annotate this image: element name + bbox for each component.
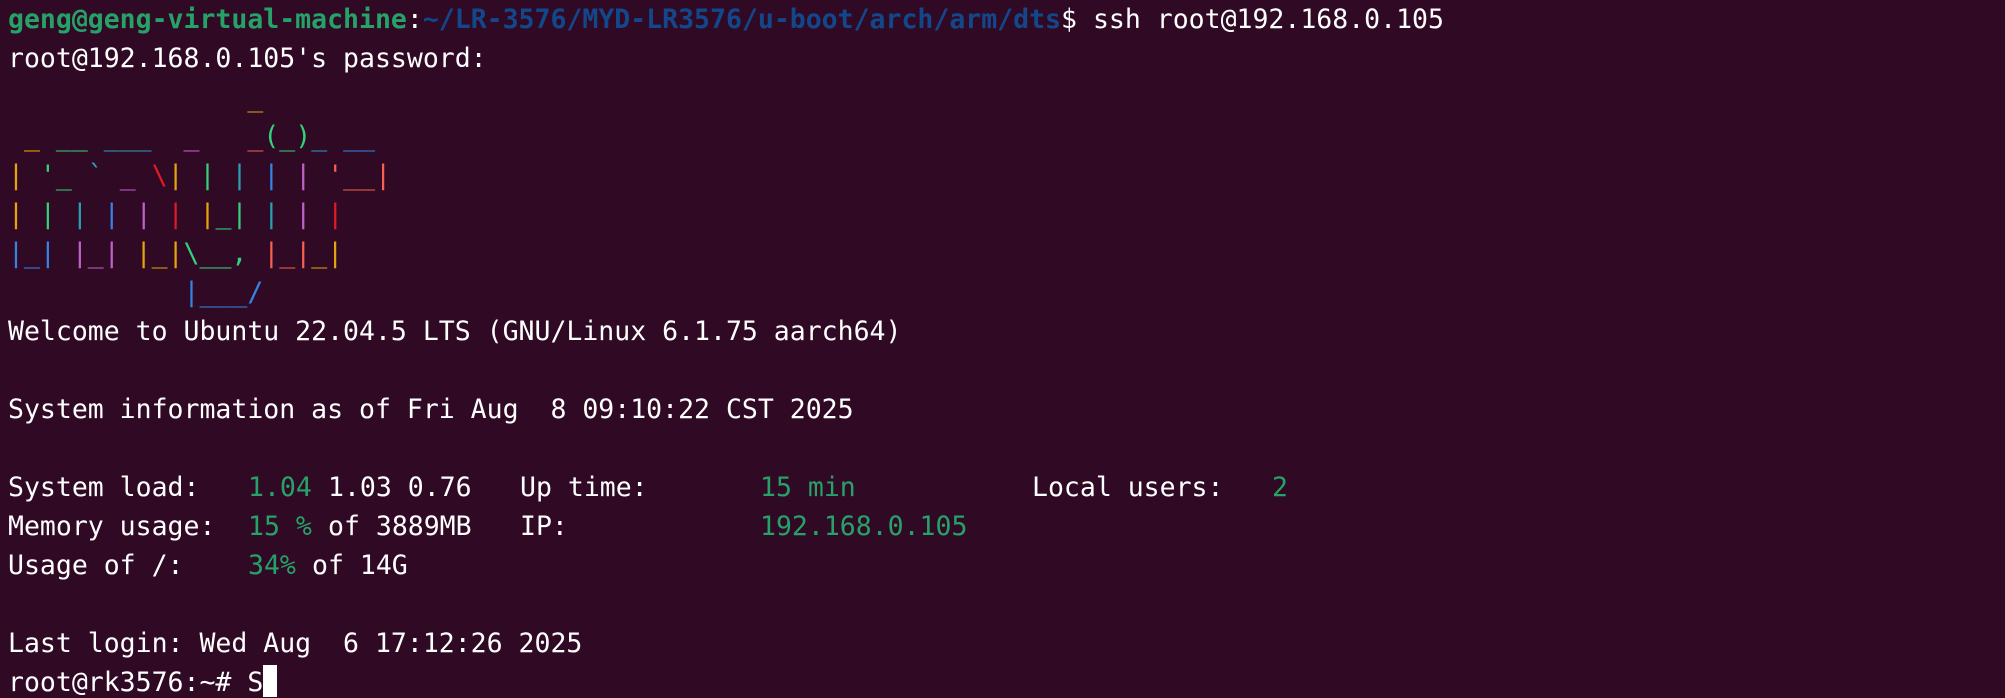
banner-line-1: _	[8, 82, 264, 113]
memory-value: 15 %	[248, 511, 312, 542]
password-prompt: root@192.168.0.105's password:	[8, 43, 487, 74]
remote-prompt-line[interactable]: root@rk3576:~# S	[8, 663, 278, 698]
disk-label: Usage of /:	[8, 550, 184, 581]
remote-input[interactable]: S	[247, 667, 263, 698]
load-label: System load:	[8, 472, 200, 503]
uptime-label: Up time:	[520, 472, 648, 503]
banner-line-6: |___/	[8, 277, 264, 308]
terminal-window[interactable]: geng@geng-virtual-machine:~/LR-3576/MYD-…	[0, 0, 2005, 698]
banner-line-3: | '_ ` _ \| | | | | '__|	[8, 160, 392, 191]
prompt-path: ~/LR-3576/MYD-LR3576/u-boot/arch/arm/dts	[422, 4, 1062, 35]
disk-rest: of 14G	[312, 550, 408, 581]
ip-value: 192.168.0.105	[760, 511, 968, 542]
ip-label: IP:	[520, 511, 568, 542]
prompt-symbol: $	[1061, 4, 1077, 35]
users-value: 2	[1272, 472, 1288, 503]
last-login: Last login: Wed Aug 6 17:12:26 2025	[8, 628, 583, 659]
banner-line-5: |_| |_| |_|\__, |_|_|	[8, 238, 344, 269]
disk-value: 34%	[248, 550, 296, 581]
memory-rest: of 3889MB	[328, 511, 472, 542]
uptime-value: 15 min	[760, 472, 856, 503]
load-1min: 1.04	[248, 472, 312, 503]
local-prompt-line: geng@geng-virtual-machine:~/LR-3576/MYD-…	[8, 0, 1444, 39]
banner-line-2: _ __ ___ _ _(_)_ __	[8, 121, 376, 152]
remote-prompt: root@rk3576:~#	[8, 667, 232, 698]
text-cursor	[263, 665, 278, 697]
ssh-command: ssh root@192.168.0.105	[1076, 4, 1444, 35]
load-rest: 1.03 0.76	[328, 472, 472, 503]
banner-line-4: | | | | | | |_| | | |	[8, 199, 344, 230]
prompt-user-host: geng@geng-virtual-machine	[8, 4, 407, 35]
users-label: Local users:	[1032, 472, 1224, 503]
prompt-separator: :	[406, 4, 423, 35]
memory-label: Memory usage:	[8, 511, 216, 542]
welcome-message: Welcome to Ubuntu 22.04.5 LTS (GNU/Linux…	[8, 316, 902, 347]
sysinfo-header: System information as of Fri Aug 8 09:10…	[8, 394, 854, 425]
